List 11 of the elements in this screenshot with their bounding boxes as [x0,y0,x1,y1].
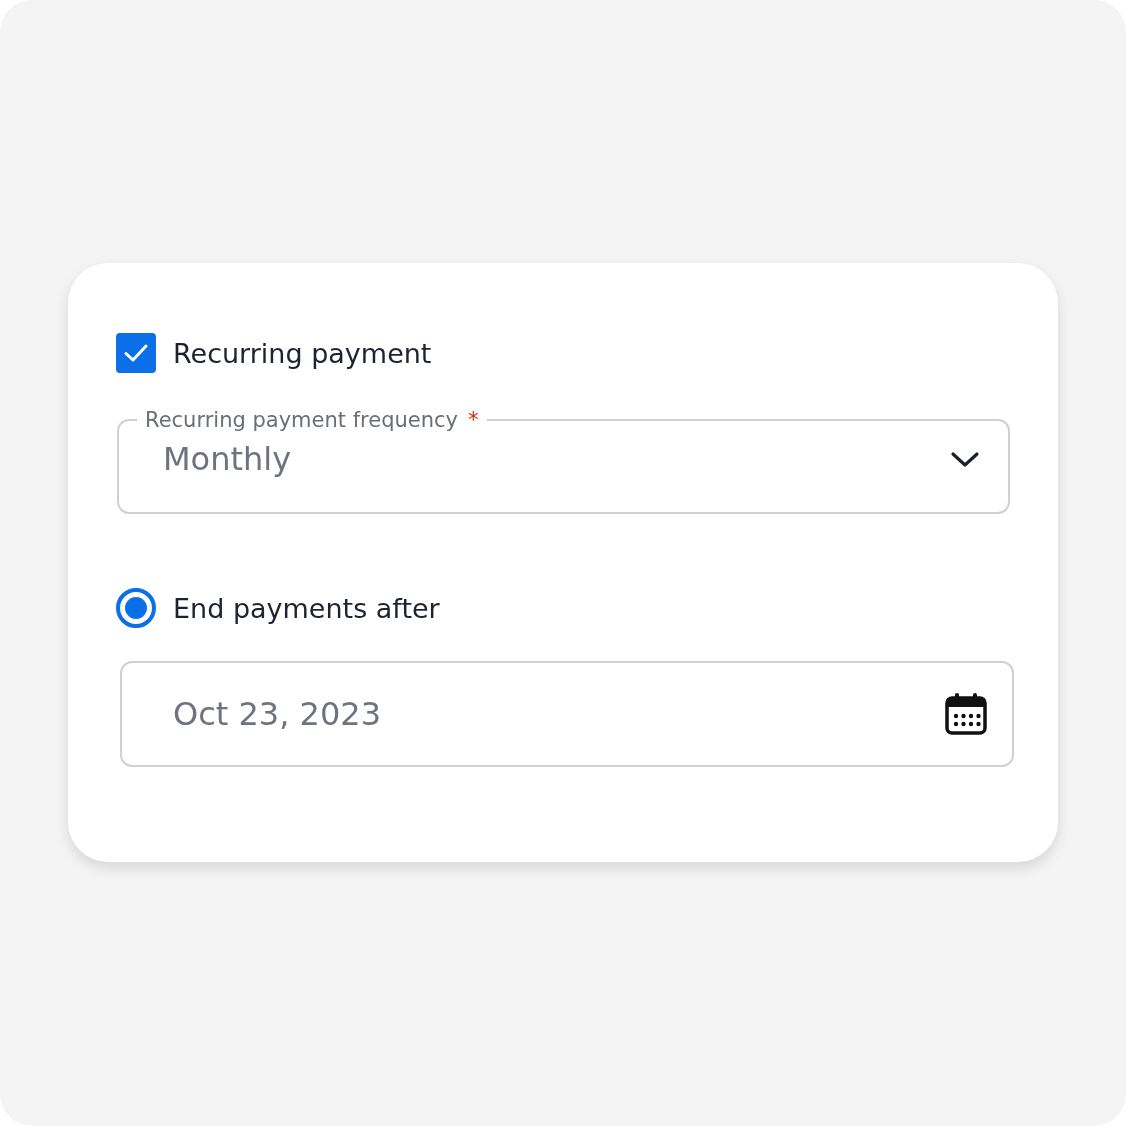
field-label: Recurring payment frequency [145,408,459,432]
radio-button[interactable] [116,588,156,628]
select-value: Monthly [163,440,292,478]
checkbox-label: Recurring payment [173,337,432,369]
radio-label: End payments after [173,592,440,624]
frequency-select[interactable]: Recurring payment frequency * Monthly [117,408,1010,514]
calendar-icon [944,692,988,736]
date-value: Oct 23, 2023 [173,695,381,733]
required-mark: * [468,408,479,432]
checkbox[interactable] [116,333,156,373]
date-field[interactable]: Oct 23, 2023 [120,661,1014,767]
